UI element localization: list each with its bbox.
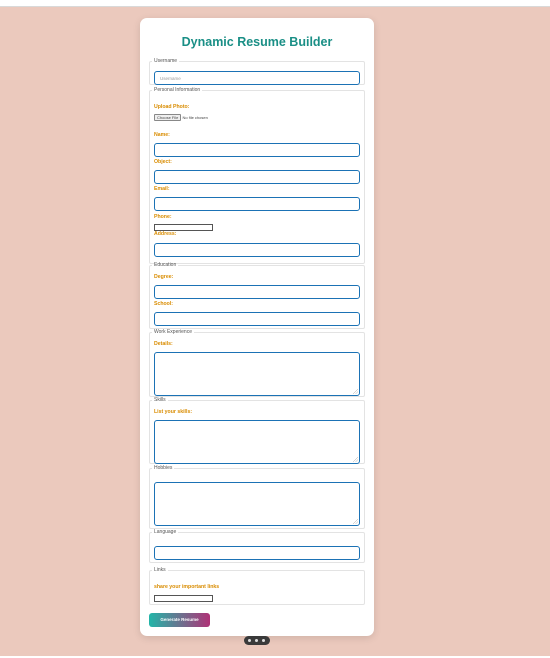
skills-legend: Skills	[154, 397, 166, 403]
upload-photo-label: Upload Photo:	[154, 104, 190, 110]
address-input[interactable]	[154, 243, 360, 257]
work-experience-fieldset: Work Experience Details:	[149, 330, 365, 397]
degree-input[interactable]	[154, 285, 360, 299]
email-label: Email:	[154, 186, 170, 192]
education-legend: Education	[154, 262, 177, 268]
personal-info-fieldset: Personal Information Upload Photo: Choos…	[149, 88, 365, 264]
language-legend: Language	[154, 529, 177, 535]
dot-icon	[255, 639, 258, 642]
links-label: share your important links	[154, 584, 220, 590]
phone-input[interactable]	[154, 224, 213, 231]
hobbies-fieldset: Hobbies	[149, 466, 365, 529]
dot-icon	[248, 639, 251, 642]
personal-info-legend: Personal Information	[154, 87, 201, 93]
education-fieldset: Education Degree: School:	[149, 263, 365, 329]
browser-top-strip	[0, 0, 550, 7]
username-input[interactable]: Username	[154, 71, 360, 85]
name-label: Name:	[154, 132, 170, 138]
work-experience-legend: Work Experience	[154, 329, 192, 335]
school-label: School:	[154, 301, 174, 307]
resize-grip-icon[interactable]	[353, 457, 358, 462]
object-label: Object:	[154, 159, 172, 165]
photo-file-input[interactable]: Choose File No file chosen	[154, 114, 208, 121]
work-details-textarea[interactable]	[154, 352, 360, 396]
page-title: Dynamic Resume Builder	[181, 35, 333, 49]
language-fieldset: Language	[149, 530, 365, 563]
email-input[interactable]	[154, 197, 360, 211]
phone-label: Phone:	[154, 214, 172, 220]
work-details-label: Details:	[154, 341, 173, 347]
username-placeholder: Username	[160, 76, 181, 81]
object-input[interactable]	[154, 170, 360, 184]
generate-resume-button[interactable]: Generate Resume	[149, 613, 210, 627]
resize-grip-icon[interactable]	[353, 519, 358, 524]
username-fieldset: Username Username	[149, 59, 365, 85]
links-legend: Links	[154, 567, 166, 573]
language-input[interactable]	[154, 546, 360, 560]
file-status-text: No file chosen	[182, 115, 208, 120]
hobbies-textarea[interactable]	[154, 482, 360, 526]
resize-grip-icon[interactable]	[353, 389, 358, 394]
degree-label: Degree:	[154, 274, 174, 280]
resume-form-card: Dynamic Resume Builder Username Username…	[140, 18, 374, 636]
links-input[interactable]	[154, 595, 213, 602]
hobbies-legend: Hobbies	[154, 465, 173, 471]
dot-icon	[262, 639, 265, 642]
scroll-indicator[interactable]	[244, 636, 270, 645]
skills-fieldset: Skills List your skills:	[149, 398, 365, 464]
links-fieldset: Links share your important links	[149, 568, 365, 605]
name-input[interactable]	[154, 143, 360, 157]
skills-textarea[interactable]	[154, 420, 360, 464]
username-legend: Username	[154, 58, 178, 64]
skills-list-label: List your skills:	[154, 409, 193, 415]
address-label: Address:	[154, 231, 177, 237]
choose-file-button[interactable]: Choose File	[154, 114, 182, 121]
school-input[interactable]	[154, 312, 360, 326]
